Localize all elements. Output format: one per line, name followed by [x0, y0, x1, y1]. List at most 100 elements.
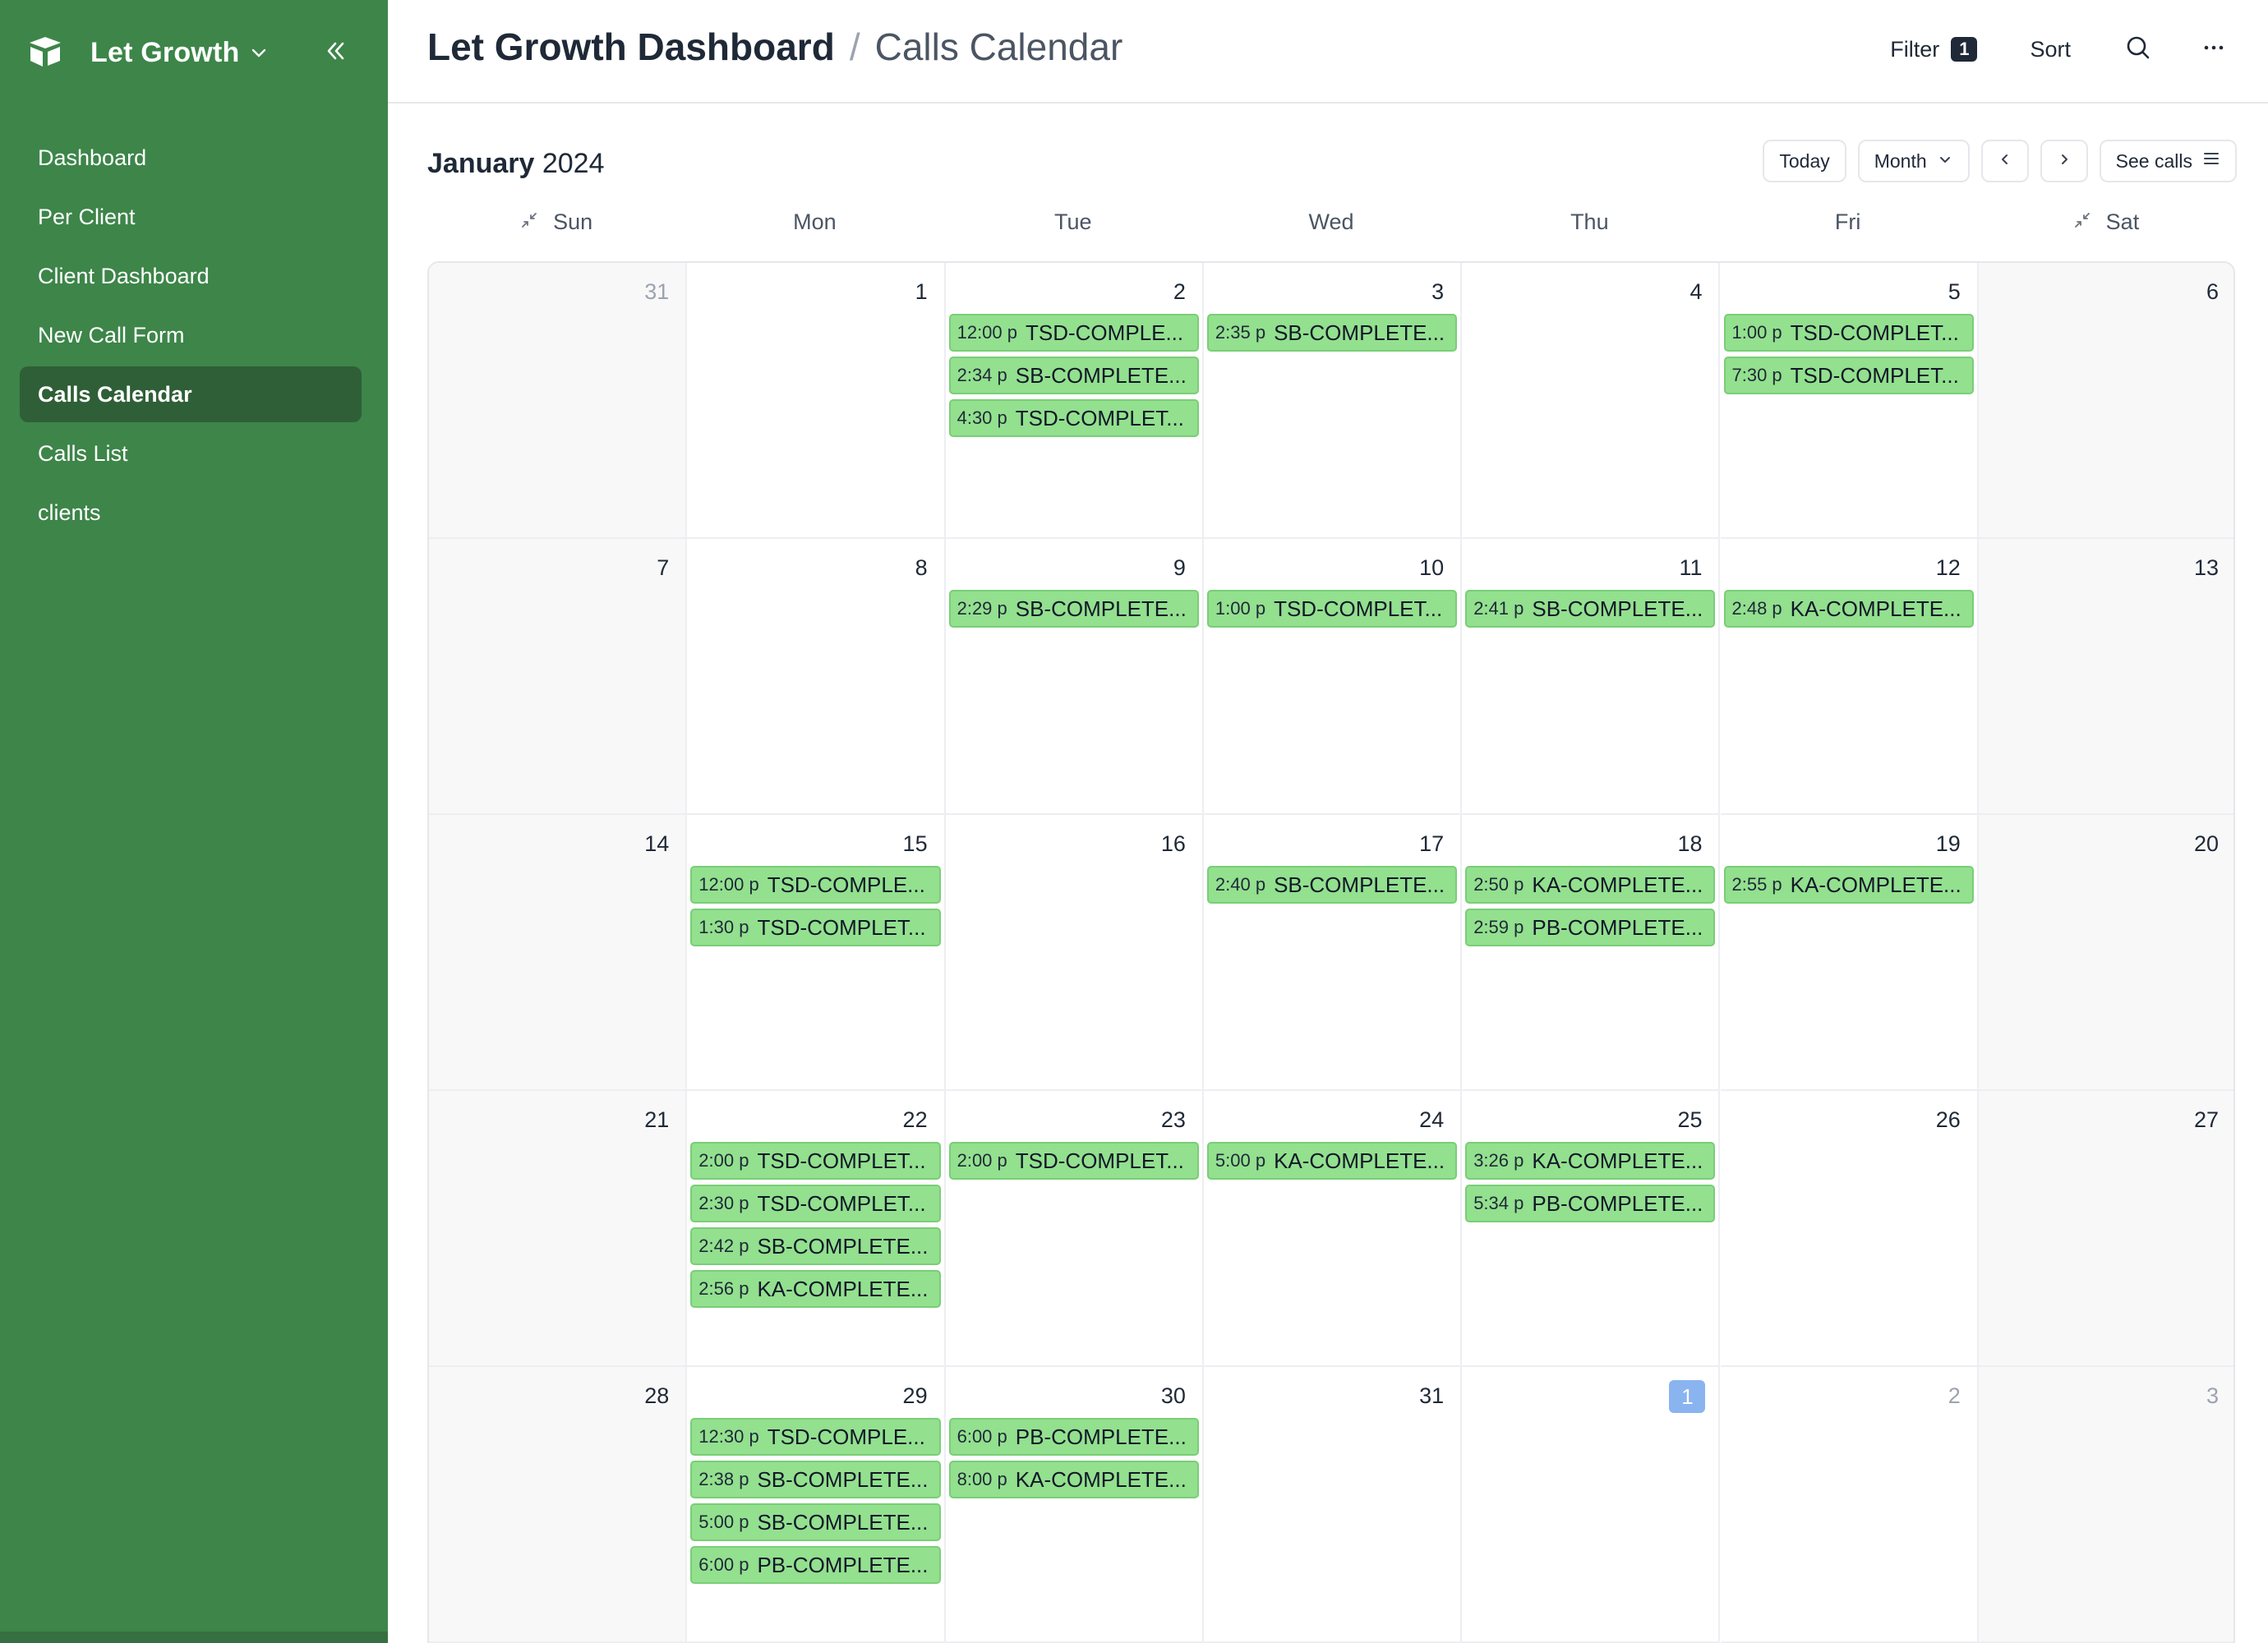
event-time: 5:00 p [1215, 1150, 1266, 1171]
calendar-day-cell[interactable]: 27 [1978, 1091, 2233, 1367]
calendar-day-cell[interactable]: 20 [1978, 815, 2233, 1091]
calendar-day-cell[interactable]: 25 3:26 p KA-COMPLETE... 5:34 p PB-COMPLETE.… [1462, 1091, 1721, 1367]
calendar-day-cell[interactable]: 3 2:35 p SB-COMPLETE... [1203, 263, 1463, 539]
view-select[interactable]: Month [1857, 140, 1970, 182]
sidebar-item-per-client[interactable]: Per Client [20, 189, 362, 245]
calendar-day-cell[interactable]: 13 [1978, 539, 2233, 815]
previous-month-button[interactable] [1980, 140, 2029, 182]
collapse-weekend-icon[interactable] [520, 209, 538, 235]
calendar-event[interactable]: 12:00 p TSD-COMPLE... [948, 314, 1199, 352]
sidebar-item-client-dashboard[interactable]: Client Dashboard [20, 248, 362, 304]
calendar-event[interactable]: 2:00 p TSD-COMPLET... [690, 1142, 941, 1180]
event-time: 5:34 p [1473, 1193, 1524, 1213]
page-title[interactable]: Let Growth Dashboard [427, 25, 835, 69]
calendar-event[interactable]: 6:00 p PB-COMPLETE... [690, 1546, 941, 1584]
weekday-header-thu: Thu [1460, 205, 1718, 238]
calendar-event[interactable]: 5:34 p PB-COMPLETE... [1465, 1185, 1716, 1222]
calendar-day-cell[interactable]: 1 [1462, 1367, 1721, 1643]
calendar-day-cell[interactable]: 23 2:00 p TSD-COMPLET... [945, 1091, 1204, 1367]
collapse-sidebar-button[interactable] [319, 36, 352, 69]
calendar-event[interactable]: 2:59 p PB-COMPLETE... [1465, 909, 1716, 946]
calendar-day-cell[interactable]: 9 2:29 p SB-COMPLETE... [945, 539, 1204, 815]
calendar-day-cell[interactable]: 19 2:55 p KA-COMPLETE... [1720, 815, 1979, 1091]
weekday-header-sun: Sun [427, 205, 685, 238]
filter-button[interactable]: Filter 1 [1890, 37, 1978, 62]
calendar-event[interactable]: 2:41 p SB-COMPLETE... [1465, 590, 1716, 628]
calendar-event[interactable]: 2:35 p SB-COMPLETE... [1206, 314, 1458, 352]
calendar-event[interactable]: 12:00 p TSD-COMPLE... [690, 866, 941, 904]
calendar-day-cell[interactable]: 3 [1978, 1367, 2233, 1643]
event-title: SB-COMPLETE... [757, 1466, 929, 1492]
calendar-event[interactable]: 5:00 p KA-COMPLETE... [1206, 1142, 1458, 1180]
event-time: 1:00 p [1215, 598, 1266, 619]
calendar-event[interactable]: 2:55 p KA-COMPLETE... [1723, 866, 1974, 904]
calendar-day-cell[interactable]: 28 [429, 1367, 688, 1643]
next-month-button[interactable] [2040, 140, 2088, 182]
calendar-event[interactable]: 1:00 p TSD-COMPLET... [1723, 314, 1974, 352]
calendar-day-cell[interactable]: 12 2:48 p KA-COMPLETE... [1720, 539, 1979, 815]
calendar-day-cell[interactable]: 24 5:00 p KA-COMPLETE... [1203, 1091, 1463, 1367]
calendar-day-cell[interactable]: 5 1:00 p TSD-COMPLET... 7:30 p TSD-COMPLET..… [1720, 263, 1979, 539]
calendar-event[interactable]: 2:00 p TSD-COMPLET... [948, 1142, 1199, 1180]
calendar-day-cell[interactable]: 31 [429, 263, 688, 539]
day-number: 17 [1419, 831, 1445, 856]
calendar-event[interactable]: 2:34 p SB-COMPLETE... [948, 357, 1199, 394]
calendar-day-cell[interactable]: 15 12:00 p TSD-COMPLE... 1:30 p TSD-COMPLET.… [687, 815, 946, 1091]
calendar-event[interactable]: 3:26 p KA-COMPLETE... [1465, 1142, 1716, 1180]
calendar-event[interactable]: 8:00 p KA-COMPLETE... [948, 1461, 1199, 1498]
calendar-day-cell[interactable]: 21 [429, 1091, 688, 1367]
calendar-day-cell[interactable]: 31 [1203, 1367, 1463, 1643]
calendar-day-cell[interactable]: 10 1:00 p TSD-COMPLET... [1203, 539, 1463, 815]
calendar-day-cell[interactable]: 30 6:00 p PB-COMPLETE... 8:00 p KA-COMPLETE.… [945, 1367, 1204, 1643]
more-options-button[interactable] [2197, 33, 2230, 66]
day-number: 21 [644, 1107, 670, 1132]
calendar-event[interactable]: 2:48 p KA-COMPLETE... [1723, 590, 1974, 628]
day-number: 12 [1935, 555, 1961, 580]
sort-button[interactable]: Sort [2030, 37, 2071, 62]
event-title: KA-COMPLETE... [1532, 872, 1703, 897]
sidebar-item-calls-calendar[interactable]: Calls Calendar [20, 366, 362, 422]
calendar-event[interactable]: 2:30 p TSD-COMPLET... [690, 1185, 941, 1222]
calendar-event[interactable]: 4:30 p TSD-COMPLET... [948, 399, 1199, 437]
collapse-weekend-icon[interactable] [2073, 209, 2091, 235]
calendar-event[interactable]: 2:29 p SB-COMPLETE... [948, 590, 1199, 628]
calendar-event[interactable]: 2:38 p SB-COMPLETE... [690, 1461, 941, 1498]
search-button[interactable] [2122, 33, 2155, 66]
calendar-day-cell[interactable]: 2 12:00 p TSD-COMPLE... 2:34 p SB-COMPLETE..… [945, 263, 1204, 539]
calendar-day-cell[interactable]: 18 2:50 p KA-COMPLETE... 2:59 p PB-COMPLETE.… [1462, 815, 1721, 1091]
calendar-day-cell[interactable]: 2 [1720, 1367, 1979, 1643]
sidebar-item-clients[interactable]: clients [20, 485, 362, 541]
calendar-day-cell[interactable]: 6 [1978, 263, 2233, 539]
day-events: 3:26 p KA-COMPLETE... 5:34 p PB-COMPLETE... [1465, 1142, 1716, 1227]
calendar-day-cell[interactable]: 14 [429, 815, 688, 1091]
calendar-event[interactable]: 7:30 p TSD-COMPLET... [1723, 357, 1974, 394]
calendar-day-cell[interactable]: 29 12:30 p TSD-COMPLE... 2:38 p SB-COMPLETE.… [687, 1367, 946, 1643]
calendar-event[interactable]: 2:50 p KA-COMPLETE... [1465, 866, 1716, 904]
calendar-event[interactable]: 2:56 p KA-COMPLETE... [690, 1270, 941, 1308]
sidebar-item-calls-list[interactable]: Calls List [20, 426, 362, 481]
calendar-event[interactable]: 1:00 p TSD-COMPLET... [1206, 590, 1458, 628]
breadcrumb-separator: / [849, 25, 860, 68]
day-events: 2:40 p SB-COMPLETE... [1206, 866, 1458, 909]
calendar-day-cell[interactable]: 7 [429, 539, 688, 815]
calendar-day-cell[interactable]: 4 [1462, 263, 1721, 539]
calendar-event[interactable]: 5:00 p SB-COMPLETE... [690, 1503, 941, 1541]
calendar-event[interactable]: 1:30 p TSD-COMPLET... [690, 909, 941, 946]
day-number: 11 [1679, 555, 1703, 580]
see-calls-button[interactable]: See calls [2099, 140, 2237, 182]
calendar-event[interactable]: 12:30 p TSD-COMPLE... [690, 1418, 941, 1456]
calendar-event[interactable]: 2:40 p SB-COMPLETE... [1206, 866, 1458, 904]
calendar-day-cell[interactable]: 22 2:00 p TSD-COMPLET... 2:30 p TSD-COMPLET.… [687, 1091, 946, 1367]
calendar-day-cell[interactable]: 26 [1720, 1091, 1979, 1367]
sidebar-item-new-call-form[interactable]: New Call Form [20, 307, 362, 363]
today-button[interactable]: Today [1763, 140, 1846, 182]
calendar-day-cell[interactable]: 11 2:41 p SB-COMPLETE... [1462, 539, 1721, 815]
calendar-day-cell[interactable]: 1 [687, 263, 946, 539]
calendar-event[interactable]: 6:00 p PB-COMPLETE... [948, 1418, 1199, 1456]
calendar-event[interactable]: 2:42 p SB-COMPLETE... [690, 1227, 941, 1265]
sidebar-item-dashboard[interactable]: Dashboard [20, 130, 362, 186]
calendar-day-cell[interactable]: 17 2:40 p SB-COMPLETE... [1203, 815, 1463, 1091]
calendar-day-cell[interactable]: 8 [687, 539, 946, 815]
workspace-switcher[interactable]: Let Growth [25, 31, 269, 74]
calendar-day-cell[interactable]: 16 [945, 815, 1204, 1091]
